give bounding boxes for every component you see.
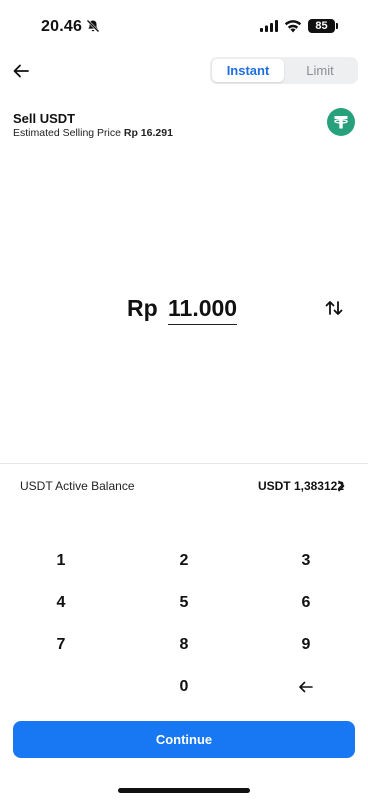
arrow-left-icon xyxy=(13,64,29,78)
amount-display: Rp 11.000 xyxy=(0,290,368,330)
tab-limit[interactable]: Limit xyxy=(284,59,356,82)
active-balance-row[interactable]: USDT Active Balance USDT 1,383122 xyxy=(0,464,368,508)
tether-icon xyxy=(327,108,355,136)
key-9[interactable]: 9 xyxy=(266,625,346,665)
tab-instant[interactable]: Instant xyxy=(212,59,284,82)
signal-icon xyxy=(260,20,278,32)
key-8[interactable]: 8 xyxy=(144,625,224,665)
battery-indicator: 85 xyxy=(308,19,335,33)
key-2[interactable]: 2 xyxy=(144,541,224,581)
balance-label: USDT Active Balance xyxy=(20,479,135,493)
page-title: Sell USDT xyxy=(13,111,76,126)
backspace-arrow-icon xyxy=(299,681,313,693)
status-bar: 20.46 85 xyxy=(0,0,368,52)
status-time: 20.46 xyxy=(41,18,83,35)
home-indicator xyxy=(118,788,250,793)
backspace-button[interactable] xyxy=(266,667,346,707)
continue-button[interactable]: Continue xyxy=(13,721,355,758)
key-7[interactable]: 7 xyxy=(21,625,101,665)
key-0[interactable]: 0 xyxy=(144,667,224,707)
key-4[interactable]: 4 xyxy=(21,583,101,623)
balance-value: USDT 1,383122 xyxy=(257,479,344,493)
key-6[interactable]: 6 xyxy=(266,583,346,623)
back-button[interactable] xyxy=(10,60,32,82)
estimated-price-label: Estimated Selling Price xyxy=(13,127,121,139)
key-3[interactable]: 3 xyxy=(266,541,346,581)
currency-label: Rp xyxy=(127,295,158,321)
estimated-price: Estimated Selling Price Rp 16.291 xyxy=(13,127,173,139)
amount-input[interactable]: 11.000 xyxy=(168,295,238,325)
wifi-icon xyxy=(284,20,302,33)
estimated-price-value: Rp 16.291 xyxy=(123,127,173,139)
order-type-toggle: Instant Limit xyxy=(210,57,358,84)
swap-arrows-icon[interactable] xyxy=(324,298,344,318)
key-5[interactable]: 5 xyxy=(144,583,224,623)
key-1[interactable]: 1 xyxy=(21,541,101,581)
bell-muted-icon xyxy=(86,19,100,33)
chevron-right-icon xyxy=(338,480,345,492)
battery-cap xyxy=(336,23,338,29)
